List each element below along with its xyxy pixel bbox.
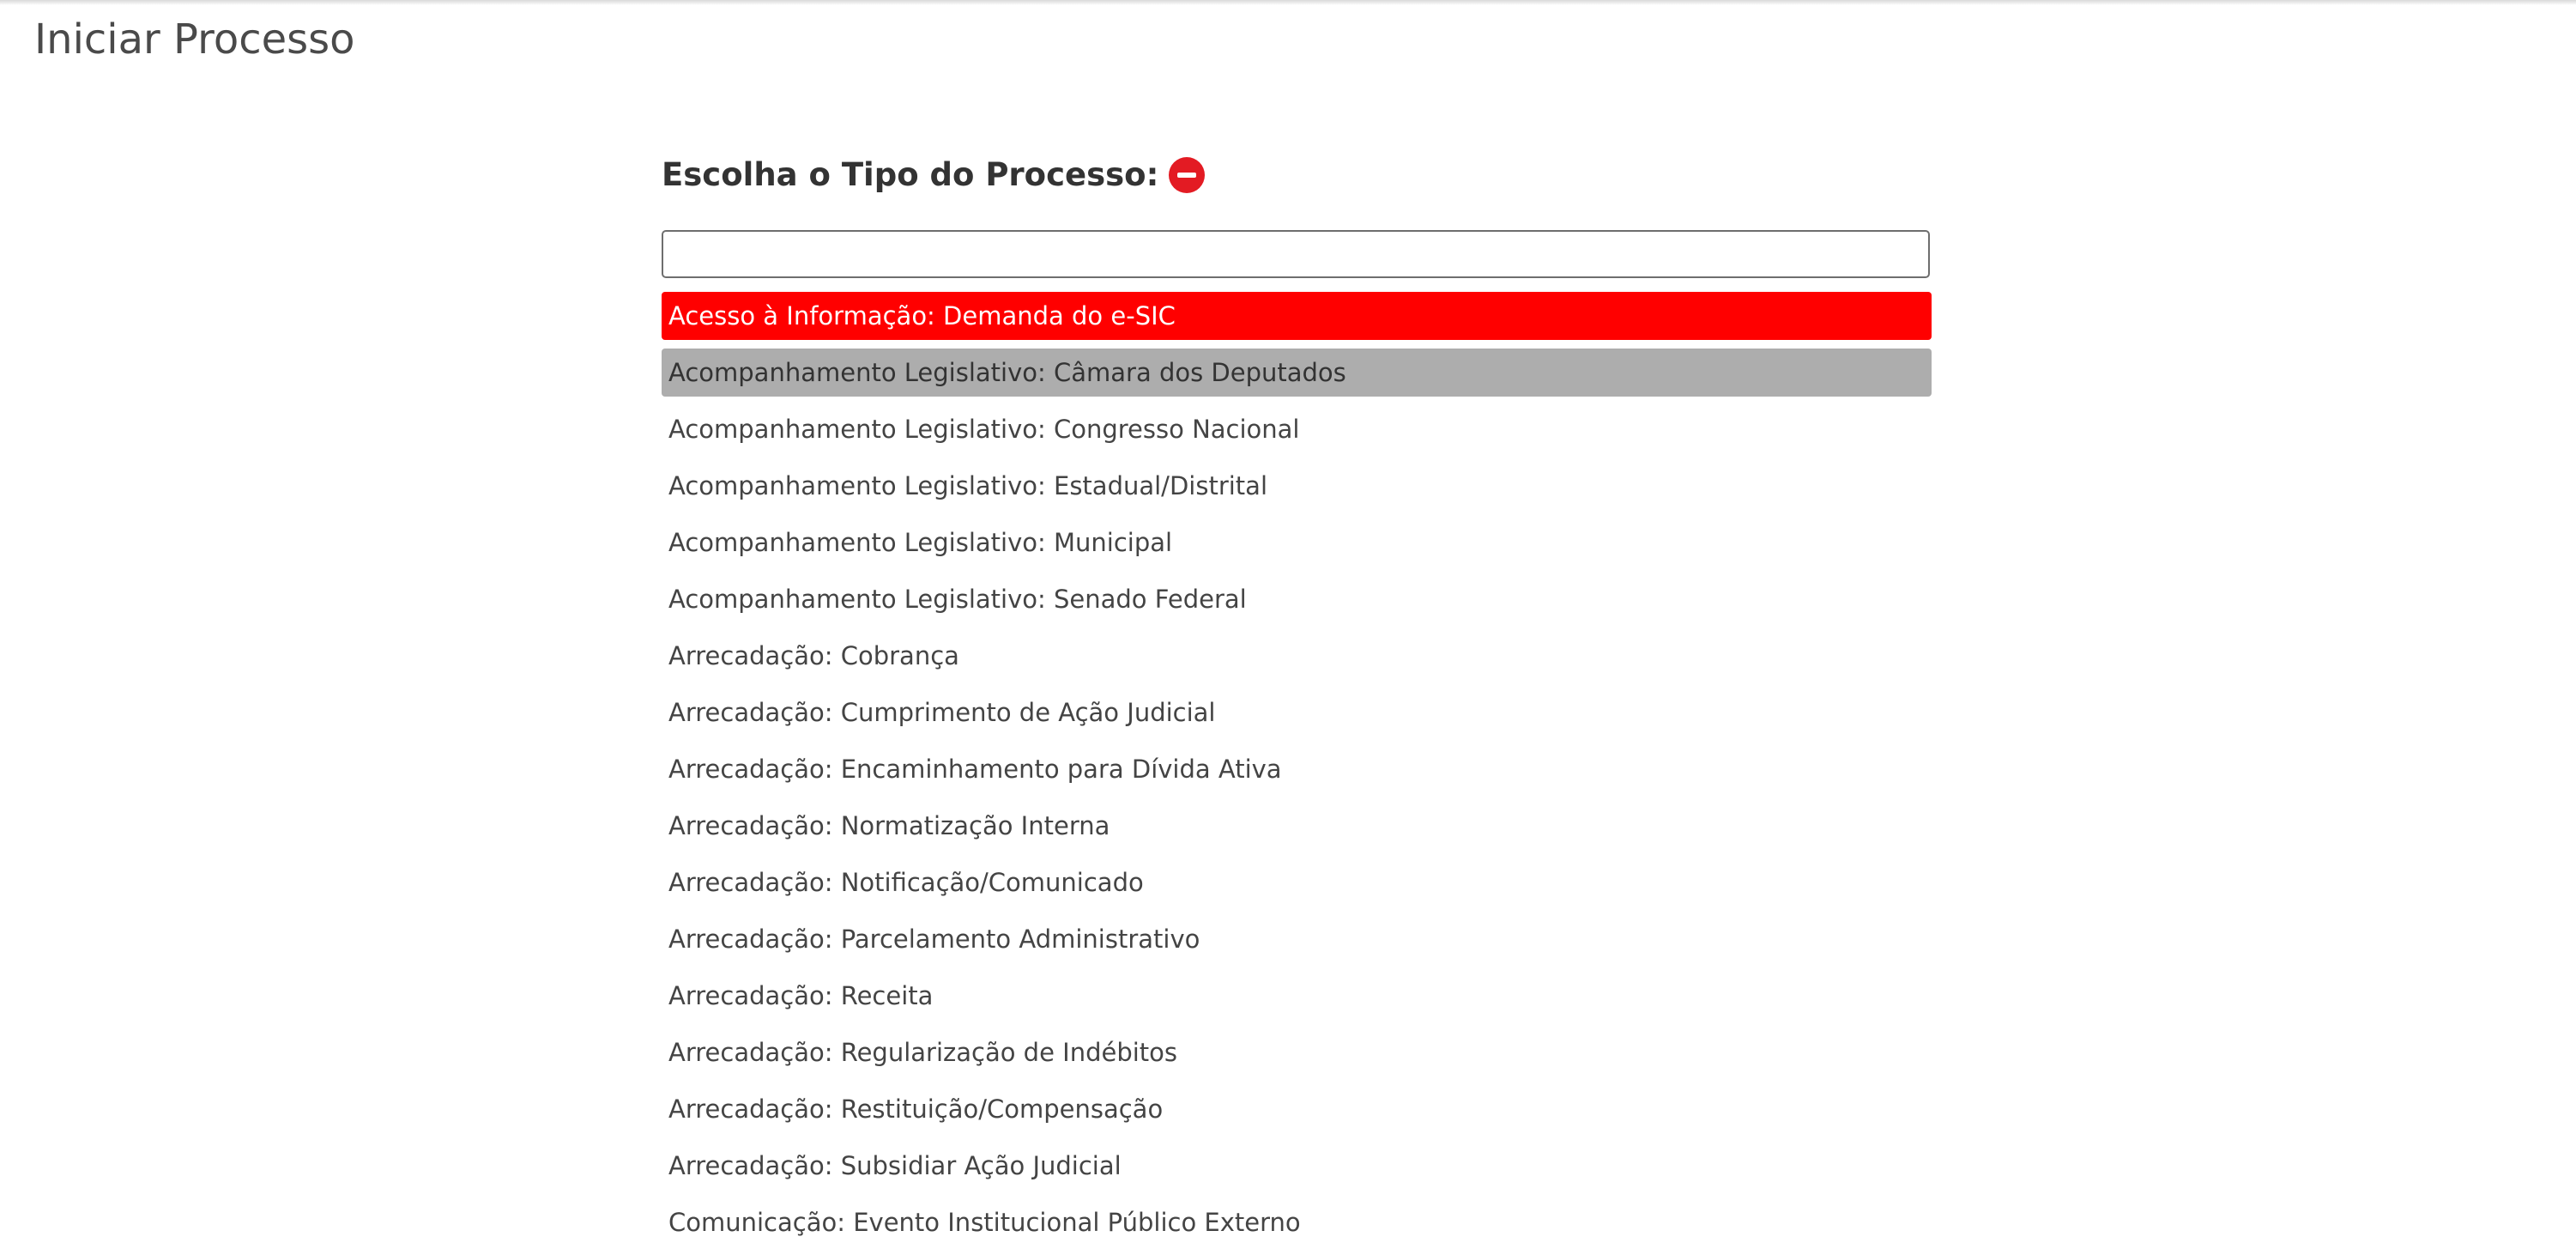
page-title: Iniciar Processo <box>34 15 355 64</box>
process-type-option[interactable]: Acesso à Informação: Demanda do e-SIC <box>662 292 1932 340</box>
process-type-option[interactable]: Arrecadação: Cumprimento de Ação Judicia… <box>662 688 1932 737</box>
process-type-list: Acesso à Informação: Demanda do e-SIC Aco… <box>662 292 1932 1255</box>
process-type-option[interactable]: Arrecadação: Receita <box>662 972 1932 1020</box>
process-type-option[interactable]: Acompanhamento Legislativo: Estadual/Dis… <box>662 462 1932 510</box>
process-type-option[interactable]: Arrecadação: Cobrança <box>662 632 1932 680</box>
process-type-heading: Escolha o Tipo do Processo: <box>662 149 1206 201</box>
process-type-option[interactable]: Arrecadação: Subsidiar Ação Judicial <box>662 1142 1932 1190</box>
process-type-option[interactable]: Acompanhamento Legislativo: Congresso Na… <box>662 405 1932 453</box>
minus-circle-icon[interactable] <box>1169 157 1206 193</box>
process-type-panel: Escolha o Tipo do Processo: Acesso à Inf… <box>662 0 1932 1237</box>
process-type-option[interactable]: Acompanhamento Legislativo: Municipal <box>662 518 1932 567</box>
process-type-option[interactable]: Arrecadação: Parcelamento Administrativo <box>662 915 1932 963</box>
process-type-option[interactable]: Arrecadação: Normatização Interna <box>662 802 1932 850</box>
process-type-option[interactable]: Arrecadação: Regularização de Indébitos <box>662 1028 1932 1076</box>
process-type-option[interactable]: Comunicação: Evento Institucional Públic… <box>662 1198 1932 1246</box>
process-type-option[interactable]: Arrecadação: Notificação/Comunicado <box>662 858 1932 906</box>
process-type-label: Escolha o Tipo do Processo: <box>662 156 1159 193</box>
process-type-option[interactable]: Acompanhamento Legislativo: Senado Feder… <box>662 575 1932 623</box>
process-type-option[interactable]: Acompanhamento Legislativo: Câmara dos D… <box>662 349 1932 397</box>
process-type-option[interactable]: Arrecadação: Encaminhamento para Dívida … <box>662 745 1932 793</box>
process-type-option[interactable]: Arrecadação: Restituição/Compensação <box>662 1085 1932 1133</box>
process-type-search-input[interactable] <box>662 230 1930 278</box>
